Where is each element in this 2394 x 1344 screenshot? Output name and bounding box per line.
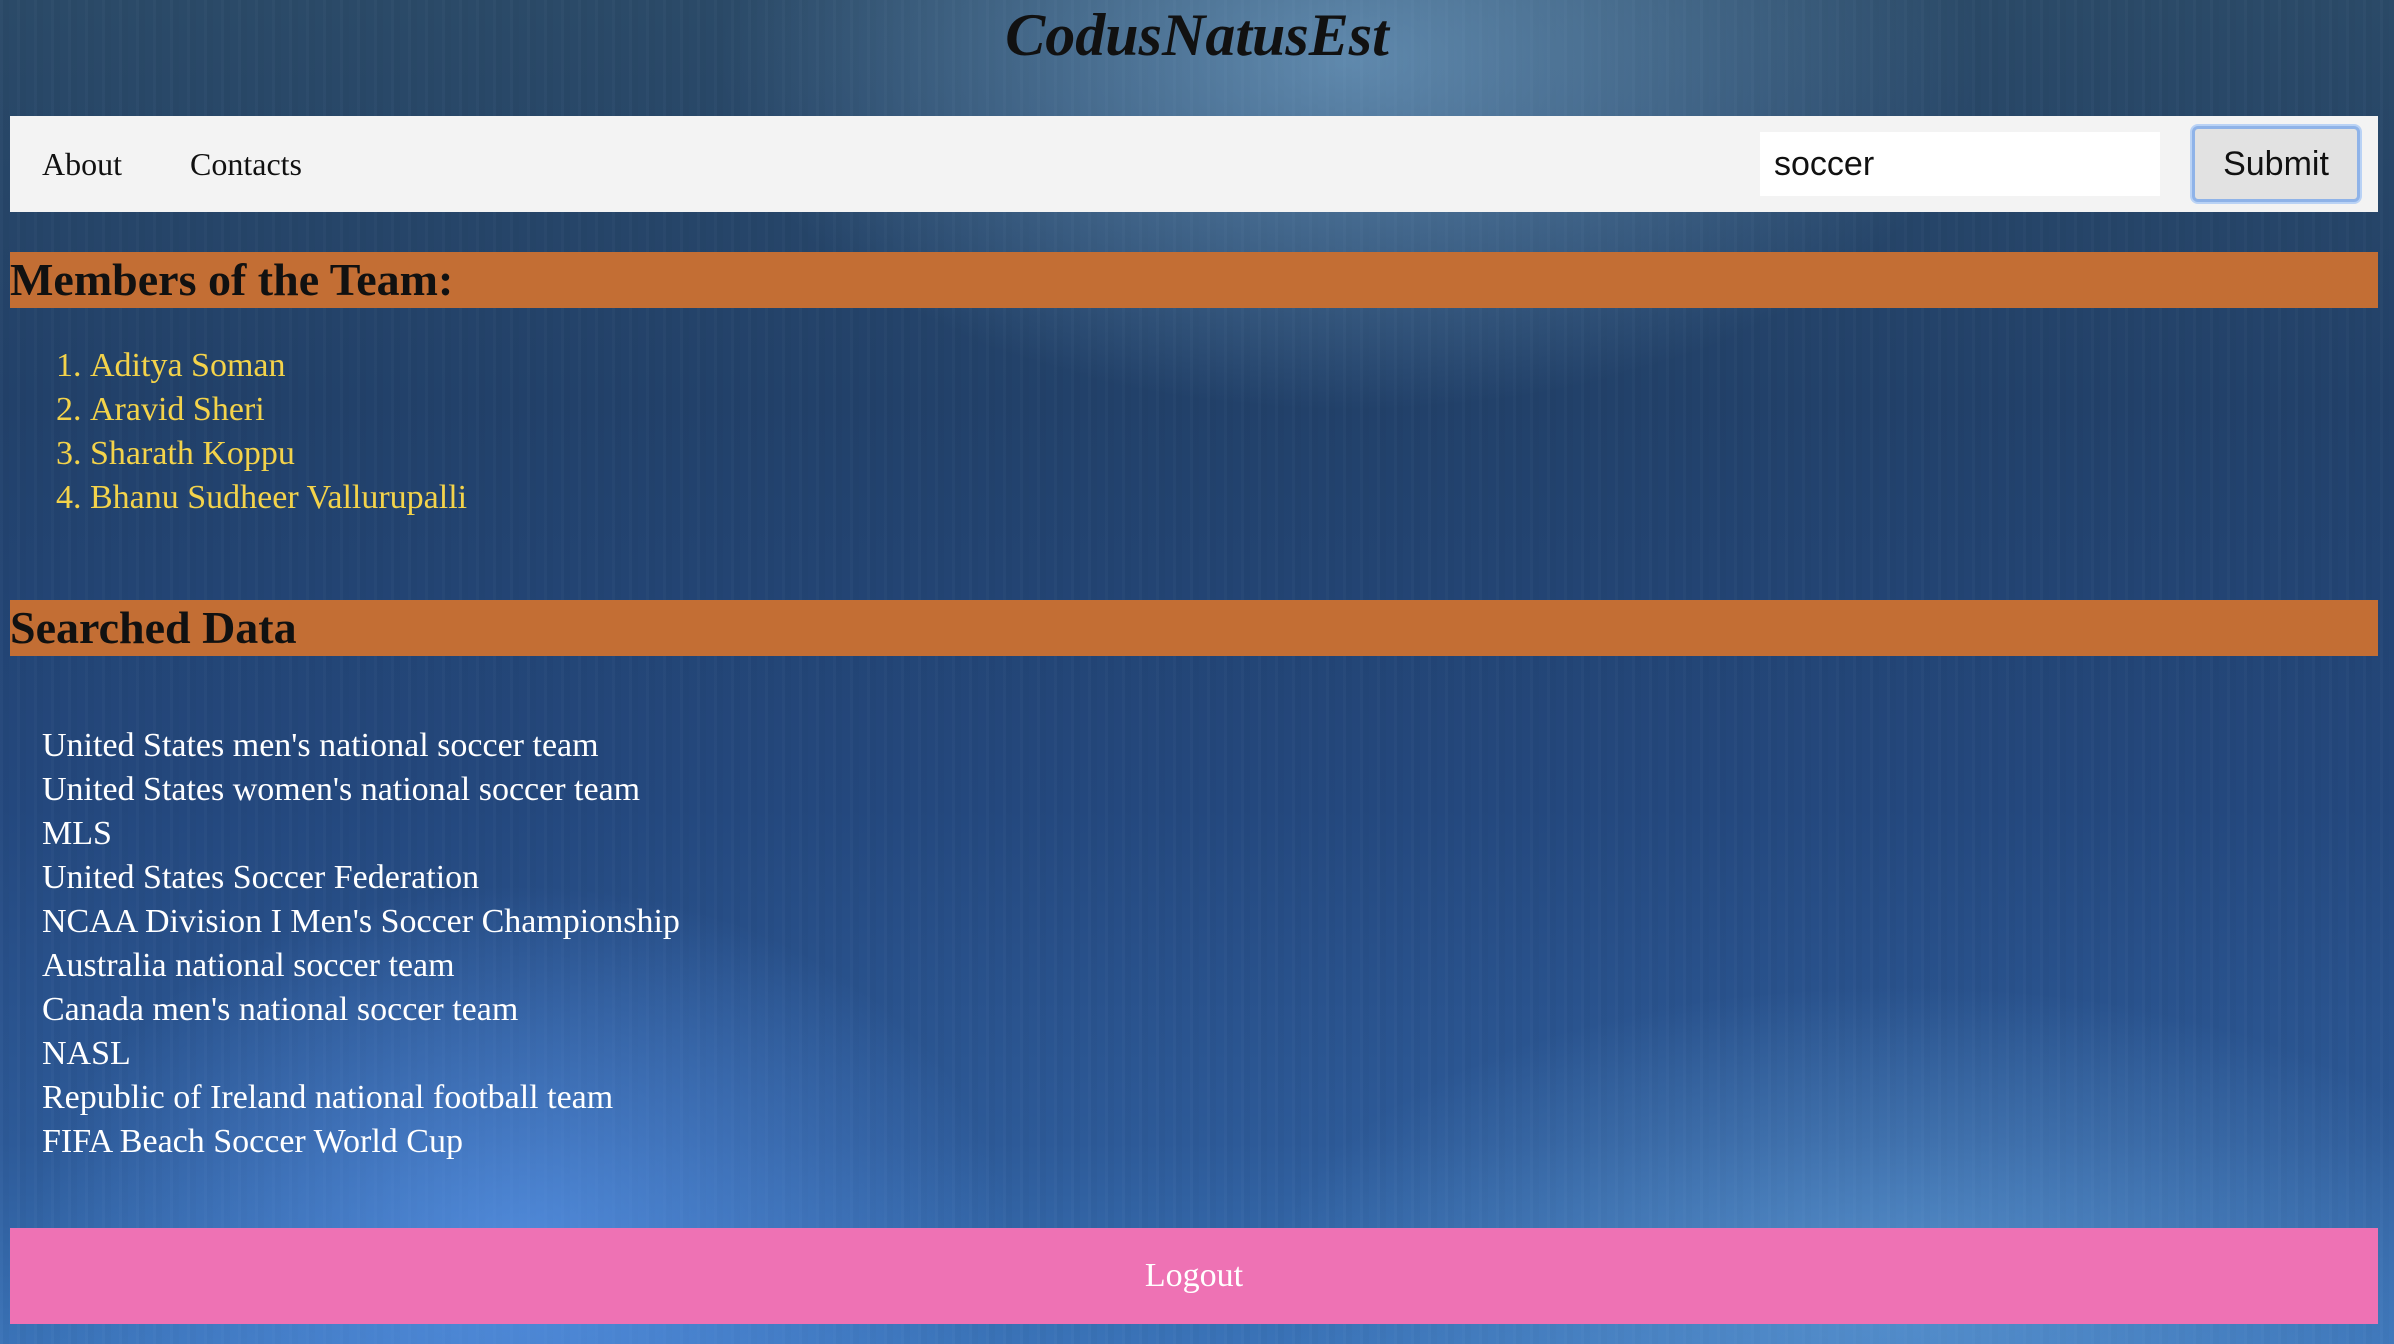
navbar: About Contacts Submit <box>10 116 2378 212</box>
search-input[interactable] <box>1760 132 2160 196</box>
nav-link-contacts[interactable]: Contacts <box>190 116 302 212</box>
search-result-item: Republic of Ireland national football te… <box>42 1079 614 1116</box>
member-item: Aravid Sheri <box>90 388 467 432</box>
members-list: Aditya Soman Aravid Sheri Sharath Koppu … <box>50 344 467 520</box>
members-heading: Members of the Team: <box>10 252 2378 308</box>
member-item: Aditya Soman <box>90 344 467 388</box>
member-item: Sharath Koppu <box>90 432 467 476</box>
site-title: CodusNatusEst <box>1005 2 1389 68</box>
search-result-item: MLS <box>42 815 112 852</box>
search-result-item: NCAA Division I Men's Soccer Championshi… <box>42 903 680 940</box>
search-result-item: United States Soccer Federation <box>42 859 480 896</box>
search-results-list: United States men's national soccer team… <box>42 724 680 1164</box>
search-result-item: United States men's national soccer team <box>42 727 599 764</box>
logout-button[interactable]: Logout <box>10 1228 2378 1324</box>
submit-button[interactable]: Submit <box>2192 126 2360 202</box>
search-result-item: Canada men's national soccer team <box>42 991 519 1028</box>
searched-data-heading: Searched Data <box>10 600 2378 656</box>
member-item: Bhanu Sudheer Vallurupalli <box>90 476 467 520</box>
search-result-item: NASL <box>42 1035 131 1072</box>
search-result-item: United States women's national soccer te… <box>42 771 641 808</box>
nav-link-about[interactable]: About <box>42 116 122 212</box>
search-result-item: Australia national soccer team <box>42 947 455 984</box>
search-result-item: FIFA Beach Soccer World Cup <box>42 1123 463 1160</box>
